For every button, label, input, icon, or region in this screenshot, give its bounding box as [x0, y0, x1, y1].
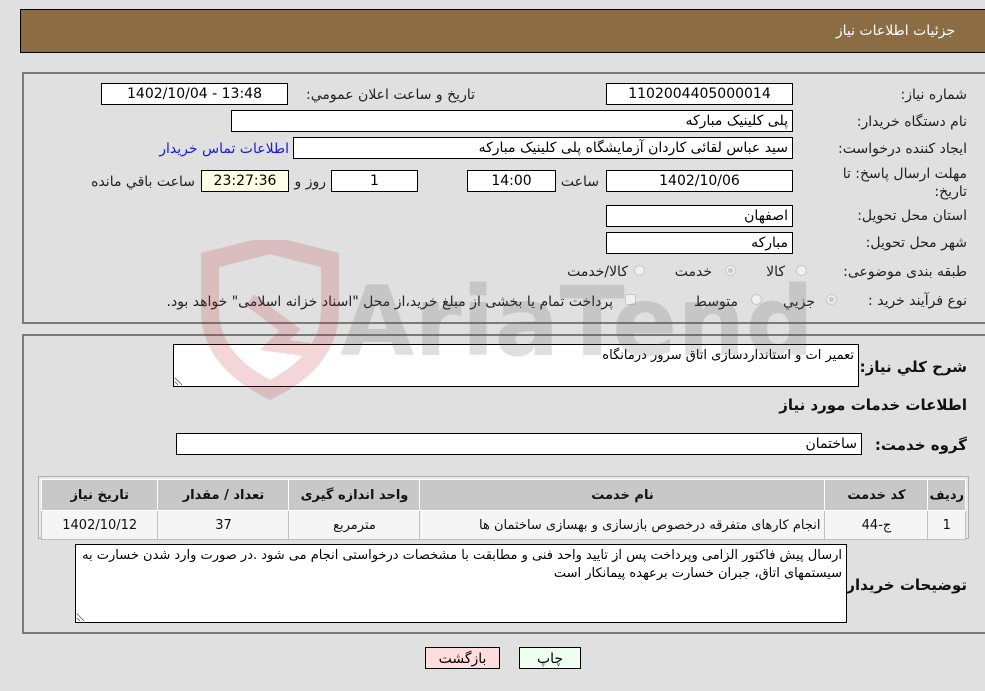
deadline-time-field: 14:00	[467, 170, 556, 192]
category-option-service: خدمت	[674, 264, 712, 280]
col-header-service-name: نام خدمت	[419, 479, 826, 511]
treasury-checkbox[interactable]	[625, 294, 636, 305]
buyer-notes-textarea[interactable]: ارسال پیش فاکتور الزامی وپرداخت پس از تا…	[75, 544, 847, 623]
remaining-days-field: 1	[331, 170, 418, 192]
col-header-quantity: تعداد / مقدار	[157, 479, 290, 511]
page-header: جزئیات اطلاعات نیاز	[20, 9, 985, 53]
category-radio-goods-service[interactable]	[634, 265, 645, 276]
table-row: 1 ج-44 انجام کارهای متفرقه درخصوص بازساز…	[40, 510, 966, 540]
category-radio-goods[interactable]	[796, 265, 807, 276]
requester-label: ایجاد کننده درخواست:	[838, 141, 967, 157]
purchase-type-option-medium: متوسط	[694, 294, 738, 310]
services-section-title: اطلاعات خدمات مورد نیاز	[779, 396, 967, 414]
cell-service-code: ج-44	[824, 510, 929, 540]
province-label: استان محل تحویل:	[857, 208, 967, 224]
requester-field: سید عباس لقائی کاردان آزمایشگاه پلی کلین…	[293, 137, 793, 159]
category-option-goods: کالا	[766, 264, 785, 280]
col-header-service-code: کد خدمت	[824, 479, 929, 511]
remaining-time-field: 23:27:36	[201, 170, 289, 192]
col-header-need-date: تاریخ نیاز	[40, 479, 159, 511]
buyer-org-label: نام دستگاه خریدار:	[856, 114, 967, 130]
treasury-note: پرداخت تمام یا بخشی از مبلغ خرید،از محل …	[166, 294, 613, 310]
col-header-unit: واحد اندازه گیری	[288, 479, 421, 511]
services-table-wrap: ردیف کد خدمت نام خدمت واحد اندازه گیری ت…	[38, 476, 969, 540]
remaining-label: ساعت باقي مانده	[91, 174, 195, 190]
service-group-field: ساختمان	[176, 433, 862, 455]
buyer-org-field: پلی کلینیک مبارکه	[231, 110, 793, 132]
category-label: طبقه بندی موضوعی:	[843, 264, 967, 280]
table-header-row: ردیف کد خدمت نام خدمت واحد اندازه گیری ت…	[40, 479, 966, 511]
description-label: شرح کلي نیاز:	[859, 358, 967, 376]
need-number-label: شماره نیاز:	[900, 87, 968, 103]
cell-row-number: 1	[927, 510, 966, 540]
category-option-goods-service: کالا/خدمت	[567, 264, 628, 280]
cell-service-name: انجام کارهای متفرقه درخصوص بازسازی و بهس…	[419, 510, 826, 540]
back-button[interactable]: بازگشت	[425, 647, 500, 669]
services-table: ردیف کد خدمت نام خدمت واحد اندازه گیری ت…	[40, 479, 966, 540]
deadline-time-label: ساعت	[560, 174, 599, 190]
purchase-type-radio-medium[interactable]	[751, 294, 762, 305]
deadline-date-field: 1402/10/06	[606, 170, 793, 192]
city-label: شهر محل تحویل:	[865, 235, 967, 251]
buyer-contact-link[interactable]: اطلاعات تماس خریدار	[159, 141, 289, 157]
cell-unit: مترمربع	[288, 510, 421, 540]
cell-quantity: 37	[157, 510, 290, 540]
announce-datetime-field: 1402/10/04 - 13:48	[101, 83, 288, 105]
deadline-label: مهلت ارسال پاسخ: تا تاریخ:	[842, 166, 967, 200]
print-button[interactable]: چاپ	[519, 647, 581, 669]
purchase-type-radio-minor[interactable]	[826, 294, 837, 305]
purchase-type-option-minor: جزیي	[783, 294, 815, 310]
province-field: اصفهان	[606, 205, 793, 227]
announce-datetime-label: تاریخ و ساعت اعلان عمومي:	[306, 87, 475, 103]
page-title: جزئیات اطلاعات نیاز	[835, 23, 955, 39]
city-field: مبارکه	[606, 232, 793, 254]
col-header-row-number: ردیف	[927, 479, 966, 511]
cell-need-date: 1402/10/12	[40, 510, 159, 540]
description-textarea[interactable]: تعمیر ات و استانداردسازی اتاق سرور درمان…	[173, 344, 859, 387]
category-radio-service[interactable]	[725, 265, 736, 276]
purchase-type-label: نوع فرآیند خرید :	[868, 293, 967, 309]
need-number-field: 1102004405000014	[606, 83, 793, 105]
days-label: روز و	[294, 174, 327, 190]
service-group-label: گروه خدمت:	[874, 436, 967, 454]
buyer-notes-label: توضیحات خریدار:	[840, 576, 967, 594]
